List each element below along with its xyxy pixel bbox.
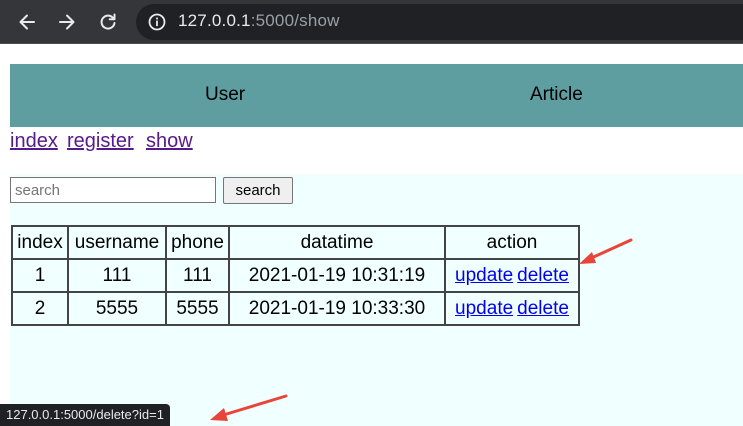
cell-phone: 5555 <box>165 291 230 326</box>
annotation-arrow-icon <box>210 394 288 421</box>
table-row: 2 5555 5555 2021-01-19 10:33:30 update de… <box>11 291 580 326</box>
url-host: 127.0.0.1 <box>178 11 251 30</box>
update-link[interactable]: update <box>455 265 513 286</box>
cell-index: 1 <box>11 258 69 293</box>
link-show[interactable]: show <box>146 130 193 153</box>
header-user[interactable]: User <box>205 84 245 106</box>
forward-arrow-icon[interactable] <box>53 8 81 36</box>
update-link[interactable]: update <box>455 298 513 319</box>
table-row: 1 111 111 2021-01-19 10:31:19 update dele… <box>11 258 580 293</box>
browser-toolbar: 127.0.0.1:5000/show <box>0 0 743 44</box>
column-header-phone: phone <box>165 225 230 260</box>
url-path: :5000/show <box>250 11 340 30</box>
cell-username: 5555 <box>67 291 167 326</box>
site-header: User Article <box>10 64 743 127</box>
link-register[interactable]: register <box>67 130 134 153</box>
search-input[interactable] <box>10 177 216 203</box>
search-button[interactable]: search <box>223 177 293 204</box>
address-url[interactable]: 127.0.0.1:5000/show <box>178 11 340 31</box>
header-article[interactable]: Article <box>530 84 583 106</box>
info-icon[interactable] <box>147 12 167 32</box>
column-header-index: index <box>11 225 69 260</box>
cell-action: update delete <box>444 291 580 326</box>
back-arrow-icon[interactable] <box>13 8 41 36</box>
cell-action: update delete <box>444 258 580 293</box>
status-bar: 127.0.0.1:5000/delete?id=1 <box>0 404 170 426</box>
cell-index: 2 <box>11 291 69 326</box>
users-table: index username phone datatime action 1 1… <box>11 225 580 326</box>
delete-link[interactable]: delete <box>517 298 569 319</box>
delete-link[interactable]: delete <box>517 265 569 286</box>
table-header-row: index username phone datatime action <box>11 225 580 260</box>
reload-icon[interactable] <box>94 8 122 36</box>
cell-datatime: 2021-01-19 10:31:19 <box>228 258 446 293</box>
column-header-action: action <box>444 225 580 260</box>
link-index[interactable]: index <box>10 130 58 153</box>
cell-username: 111 <box>67 258 167 293</box>
cell-phone: 111 <box>165 258 230 293</box>
cell-datatime: 2021-01-19 10:33:30 <box>228 291 446 326</box>
column-header-username: username <box>67 225 167 260</box>
column-header-datatime: datatime <box>228 225 446 260</box>
annotation-arrow-icon <box>579 238 633 264</box>
